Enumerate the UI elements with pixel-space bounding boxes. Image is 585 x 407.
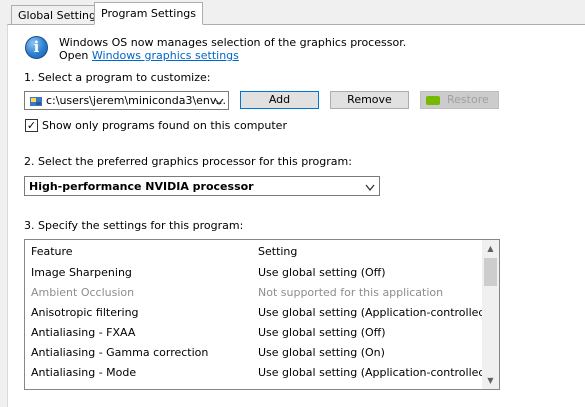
- setting-cell: Use global setting (On): [258, 346, 385, 359]
- table-row[interactable]: Antialiasing - Mode Use global setting (…: [25, 363, 490, 383]
- table-row[interactable]: Anisotropic filtering Use global setting…: [25, 303, 490, 323]
- tab-program-settings[interactable]: Program Settings: [94, 2, 204, 25]
- vertical-scrollbar[interactable]: ▲ ▼: [482, 240, 499, 389]
- step1-label: 1. Select a program to customize:: [24, 71, 211, 84]
- scroll-up-icon[interactable]: ▲: [482, 240, 499, 257]
- info-icon: i: [25, 36, 48, 59]
- settings-list[interactable]: Feature Setting Image Sharpening Use glo…: [24, 239, 500, 390]
- chevron-down-icon: [214, 96, 224, 109]
- remove-button[interactable]: Remove: [330, 91, 409, 109]
- program-select[interactable]: c:\users\jerem\miniconda3\env...: [24, 91, 229, 110]
- scrollbar-thumb[interactable]: [484, 258, 497, 286]
- add-button[interactable]: Add: [240, 91, 319, 109]
- show-only-label: Show only programs found on this compute…: [42, 119, 287, 132]
- program-value: c:\users\jerem\miniconda3\env...: [46, 94, 227, 107]
- scroll-down-icon[interactable]: ▼: [482, 372, 499, 389]
- table-row[interactable]: Ambient Occlusion Not supported for this…: [25, 283, 483, 303]
- column-header-feature[interactable]: Feature: [31, 242, 73, 262]
- feature-cell: Antialiasing - Mode: [31, 366, 137, 379]
- tab-strip: Global Settings Program Settings: [0, 0, 585, 25]
- feature-cell: Ambient Occlusion: [31, 286, 135, 299]
- open-prefix: Open: [59, 49, 89, 62]
- table-row[interactable]: Antialiasing - FXAA Use global setting (…: [25, 323, 483, 343]
- table-row[interactable]: Antialiasing - Gamma correction Use glob…: [25, 343, 483, 363]
- step2-label: 2. Select the preferred graphics process…: [24, 155, 352, 168]
- program-icon: [29, 94, 43, 111]
- restore-label: Restore: [447, 93, 489, 106]
- show-only-checkbox[interactable]: ✓: [25, 119, 38, 132]
- open-settings-line: Open Windows graphics settings: [59, 49, 239, 62]
- setting-cell: Use global setting (Application-controll…: [258, 306, 490, 319]
- feature-cell: Antialiasing - Gamma correction: [31, 346, 209, 359]
- feature-cell: Anisotropic filtering: [31, 306, 139, 319]
- table-row[interactable]: Image Sharpening Use global setting (Off…: [25, 263, 483, 283]
- nvidia-icon: [426, 96, 440, 105]
- setting-cell: Use global setting (Off): [258, 266, 386, 279]
- setting-cell: Not supported for this application: [258, 286, 444, 299]
- chevron-down-icon: [365, 182, 375, 195]
- step3-label: 3. Specify the settings for this program…: [24, 219, 244, 232]
- restore-button[interactable]: Restore: [420, 91, 499, 109]
- info-message: Windows OS now manages selection of the …: [59, 36, 407, 49]
- windows-graphics-settings-link[interactable]: Windows graphics settings: [92, 49, 239, 62]
- column-header-setting[interactable]: Setting: [258, 242, 297, 262]
- setting-cell: Use global setting (Application-controll…: [258, 366, 490, 379]
- feature-cell: Image Sharpening: [31, 266, 132, 279]
- setting-cell: Use global setting (Off): [258, 326, 386, 339]
- graphics-processor-select[interactable]: High-performance NVIDIA processor: [24, 176, 380, 196]
- graphics-processor-value: High-performance NVIDIA processor: [29, 180, 254, 193]
- feature-cell: Antialiasing - FXAA: [31, 326, 136, 339]
- list-header: Feature Setting: [25, 242, 483, 262]
